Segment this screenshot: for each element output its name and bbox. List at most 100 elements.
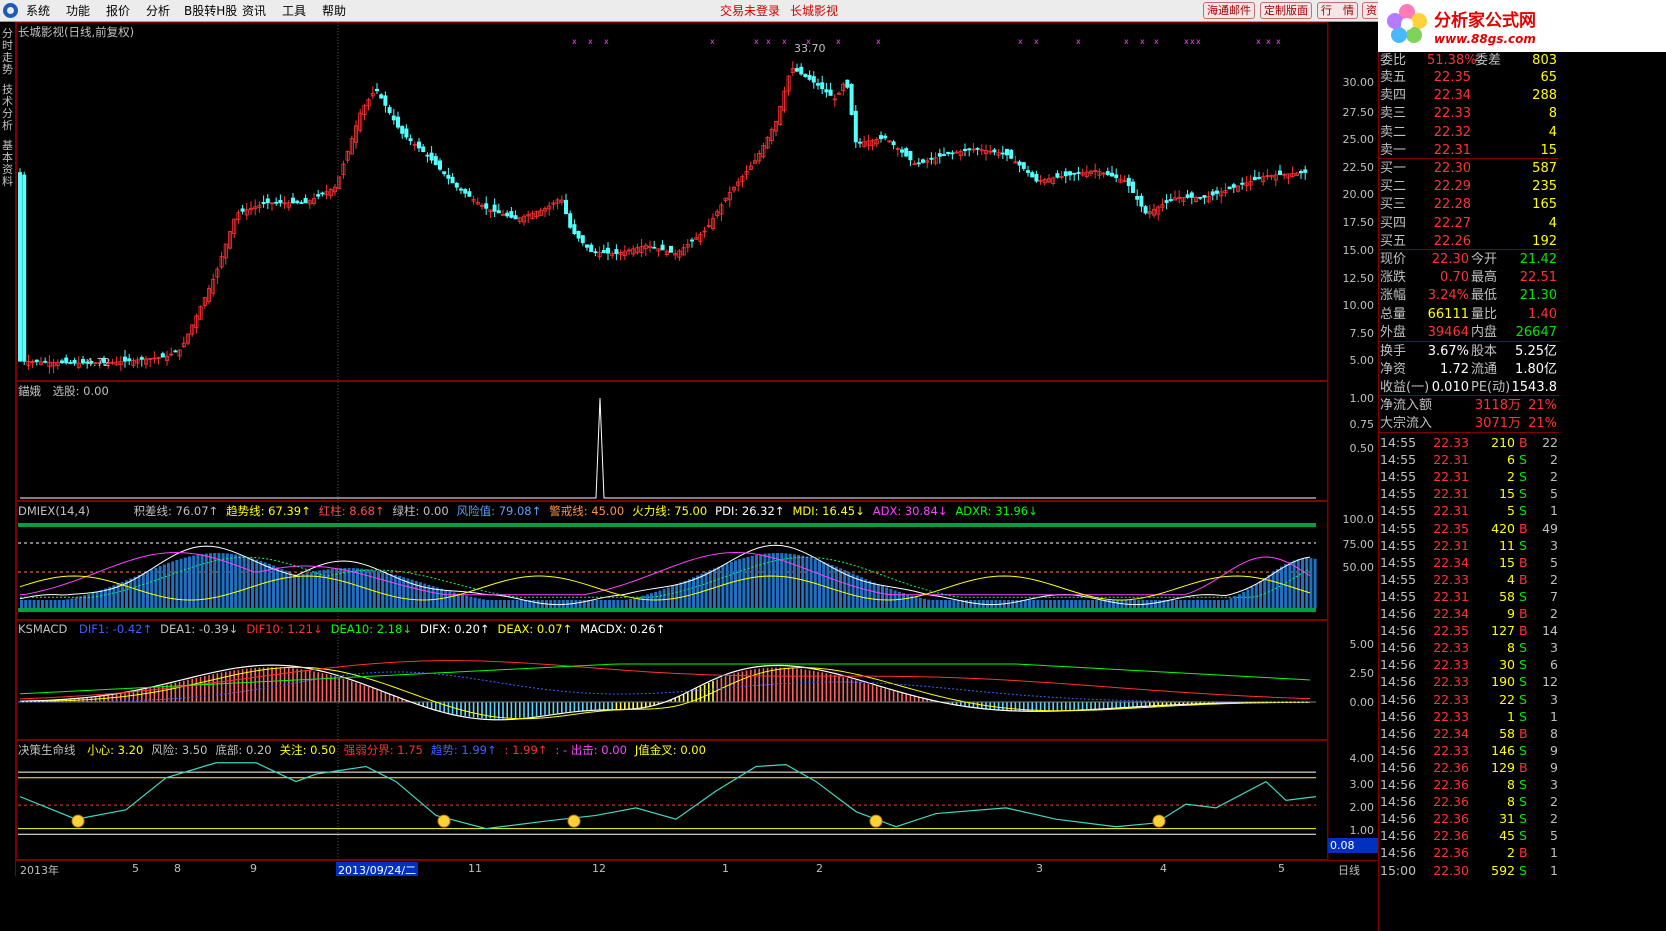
candle-body bbox=[576, 230, 581, 239]
dmiex-bar bbox=[599, 600, 603, 608]
tick-row[interactable]: 14:56 22.33 30 S 6 bbox=[1379, 656, 1559, 673]
dmiex-bar bbox=[1217, 600, 1220, 608]
tick-row[interactable]: 14:56 22.36 2 B 1 bbox=[1379, 844, 1559, 861]
dmiex-bar bbox=[750, 555, 754, 608]
flow-pct: 21% bbox=[1528, 416, 1557, 432]
tick-row[interactable]: 14:56 22.33 8 S 3 bbox=[1379, 639, 1559, 656]
stats2-value: 1543.8 bbox=[1511, 380, 1558, 396]
stats-row: 现价 22.30 今开 21.42 bbox=[1379, 251, 1559, 268]
dmiex-bar bbox=[536, 600, 540, 608]
menu-b-to-h[interactable]: B股转H股 bbox=[184, 3, 237, 19]
dmiex-value: ADX: 30.84↓ bbox=[872, 504, 948, 518]
tick-row[interactable]: 14:55 22.34 15 B 5 bbox=[1379, 554, 1559, 571]
dmiex-bar bbox=[843, 570, 847, 608]
dmiex-bar bbox=[1158, 600, 1162, 608]
dmiex-bar bbox=[834, 566, 838, 608]
tick-row[interactable]: 14:56 22.33 1 S 1 bbox=[1379, 708, 1559, 725]
dmiex-bar bbox=[49, 600, 53, 608]
dmiex-bar bbox=[74, 597, 78, 608]
dmiex-bar bbox=[507, 600, 511, 608]
dmiex-value: 火力线: 75.00 bbox=[632, 504, 708, 518]
tab-timeshare[interactable]: 分时走势 bbox=[1, 28, 14, 76]
tick-price: 22.35 bbox=[1433, 623, 1469, 639]
signal-value: 选股: 0.00 bbox=[52, 384, 109, 398]
stats-value: 21.30 bbox=[1519, 288, 1557, 304]
buys-volume: 192 bbox=[1532, 233, 1557, 249]
dmiex-bar bbox=[267, 563, 271, 608]
candle-body bbox=[811, 76, 816, 83]
menu-news[interactable]: 资讯 bbox=[242, 3, 266, 19]
price-ytick: 15.00 bbox=[1342, 244, 1375, 257]
custom-layout-button[interactable]: 定制版面 bbox=[1260, 2, 1312, 19]
candle-body bbox=[261, 202, 266, 205]
dmiex-bar bbox=[347, 568, 351, 608]
candle-body bbox=[442, 171, 447, 175]
app-logo-icon[interactable] bbox=[3, 3, 18, 18]
tick-row[interactable]: 14:56 22.36 8 S 3 bbox=[1379, 776, 1559, 793]
tick-row[interactable]: 14:56 22.36 31 S 2 bbox=[1379, 810, 1559, 827]
tick-row[interactable]: 14:56 22.33 190 S 12 bbox=[1379, 673, 1559, 690]
candle-body bbox=[1210, 191, 1215, 196]
tick-row[interactable]: 15:00 22.30 592 S 1 bbox=[1379, 862, 1559, 879]
tick-row[interactable]: 14:56 22.34 9 B 2 bbox=[1379, 605, 1559, 622]
tick-row[interactable]: 14:55 22.31 58 S 7 bbox=[1379, 588, 1559, 605]
tick-row[interactable]: 14:55 22.31 15 S 5 bbox=[1379, 485, 1559, 502]
tick-row[interactable]: 14:55 22.31 11 S 3 bbox=[1379, 537, 1559, 554]
dmiex-bar bbox=[234, 554, 238, 608]
tick-row[interactable]: 14:56 22.36 8 S 2 bbox=[1379, 793, 1559, 810]
dmiex-bar bbox=[288, 572, 292, 608]
candle-body bbox=[1227, 186, 1232, 190]
brand-url[interactable]: www.88gs.com bbox=[1434, 32, 1536, 46]
tick-direction: B bbox=[1519, 571, 1528, 587]
tab-technical-analysis[interactable]: 技术分析 bbox=[1, 84, 14, 132]
tick-price: 22.30 bbox=[1433, 862, 1469, 878]
tick-direction: B bbox=[1519, 520, 1528, 536]
chart-canvas[interactable]: xxxxxxxxxxxxxxxxxxxxxx bbox=[16, 22, 1378, 860]
menu-system[interactable]: 系统 bbox=[26, 3, 50, 19]
tick-row[interactable]: 14:56 22.35 127 B 14 bbox=[1379, 622, 1559, 639]
tick-row[interactable]: 14:55 22.33 4 B 2 bbox=[1379, 571, 1559, 588]
tab-fundamentals[interactable]: 基本资料 bbox=[1, 140, 14, 188]
menu-quote[interactable]: 报价 bbox=[106, 3, 130, 19]
dmiex-ytick: 50.00 bbox=[1342, 561, 1375, 574]
tick-row[interactable]: 14:56 22.34 58 B 8 bbox=[1379, 725, 1559, 742]
tick-row[interactable]: 14:55 22.35 420 B 49 bbox=[1379, 520, 1559, 537]
tick-time: 14:55 bbox=[1380, 452, 1417, 468]
candle-body bbox=[34, 359, 39, 363]
tick-row[interactable]: 14:56 22.36 45 S 5 bbox=[1379, 827, 1559, 844]
market-button[interactable]: 行 情 bbox=[1317, 2, 1358, 19]
tick-count: 6 bbox=[1550, 657, 1558, 673]
tick-row[interactable]: 14:55 22.31 2 S 2 bbox=[1379, 468, 1559, 485]
mail-button[interactable]: 海通邮件 bbox=[1203, 2, 1255, 19]
tick-direction: B bbox=[1519, 845, 1528, 861]
tick-row[interactable]: 14:56 22.33 22 S 3 bbox=[1379, 691, 1559, 708]
tick-row[interactable]: 14:55 22.31 6 S 2 bbox=[1379, 451, 1559, 468]
menu-tools[interactable]: 工具 bbox=[282, 3, 306, 19]
menu-help[interactable]: 帮助 bbox=[322, 3, 346, 19]
tick-price: 22.31 bbox=[1433, 486, 1469, 502]
tick-row[interactable]: 14:55 22.33 210 B 22 bbox=[1379, 434, 1559, 451]
candle-body bbox=[883, 135, 888, 139]
menu-analysis[interactable]: 分析 bbox=[146, 3, 170, 19]
candle-body bbox=[1017, 161, 1022, 166]
candle-body bbox=[467, 191, 472, 197]
tick-row[interactable]: 14:55 22.31 5 S 1 bbox=[1379, 502, 1559, 519]
tick-time: 14:56 bbox=[1380, 606, 1417, 621]
dmiex-bar bbox=[162, 564, 166, 608]
dmiex-bar bbox=[87, 594, 91, 608]
menu-function[interactable]: 功能 bbox=[66, 3, 90, 19]
dmiex-bar bbox=[1049, 600, 1052, 608]
candle-body bbox=[1105, 171, 1110, 175]
buys-row: 买四 22.27 4 bbox=[1379, 215, 1559, 232]
dmiex-bar bbox=[99, 589, 103, 608]
dmiex-bar bbox=[246, 557, 250, 608]
dmiex-bar bbox=[696, 575, 700, 608]
tick-row[interactable]: 14:56 22.33 146 S 9 bbox=[1379, 742, 1559, 759]
chart-area[interactable]: xxxxxxxxxxxxxxxxxxxxxx 长城影视(日线,前复权) 33.7… bbox=[16, 22, 1378, 860]
tick-row[interactable]: 14:56 22.36 129 B 9 bbox=[1379, 759, 1559, 776]
x-axis-bar: 2013年 5 8 9 2013/09/24/二 11 12 1 2 3 4 5 日线 bbox=[16, 860, 1378, 878]
dmiex-bar bbox=[969, 600, 973, 608]
buys-label: 买三 bbox=[1380, 197, 1407, 213]
tick-time: 14:56 bbox=[1380, 623, 1417, 639]
trade-login-status[interactable]: 交易未登录 bbox=[720, 3, 780, 19]
